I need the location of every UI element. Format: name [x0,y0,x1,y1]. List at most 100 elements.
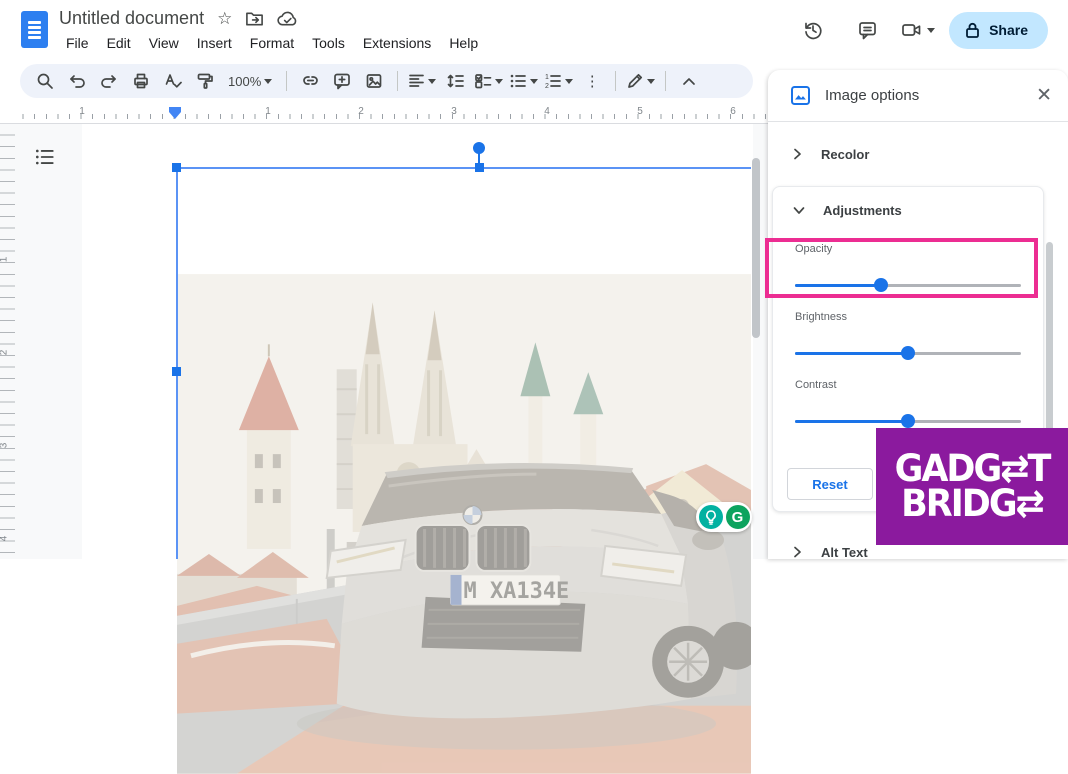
brightness-slider-thumb[interactable] [901,346,915,360]
document-image[interactable]: M XA134E [177,274,751,774]
cloud-saved-icon [277,11,298,27]
cloud-saved-icon[interactable] [277,11,298,27]
version-history-button[interactable] [793,10,833,50]
bulleted-list-button[interactable] [509,68,538,94]
pen-icon [626,72,644,90]
h-ruler-mark: 5 [637,106,643,117]
document-title[interactable]: Untitled document [59,8,204,29]
toolbar-divider [286,71,287,91]
paint-roller-icon [196,72,214,90]
numbered-list-button[interactable]: 1 2 [544,68,573,94]
contrast-slider-thumb[interactable] [901,414,915,428]
print-button[interactable] [128,68,154,94]
paint-format-button[interactable] [192,68,218,94]
line-spacing-button[interactable] [442,68,468,94]
checklist-button[interactable] [474,68,503,94]
horizontal-ruler: 1123456 [0,105,768,124]
redo-button[interactable] [96,68,122,94]
menu-file[interactable]: File [59,33,96,53]
menu-help[interactable]: Help [442,33,485,53]
add-comment-button[interactable] [329,68,355,94]
menu-tools[interactable]: Tools [305,33,352,53]
section-adjustments[interactable]: Adjustments [773,187,1043,233]
brightness-slider[interactable] [795,346,1021,360]
assistant-badges: G [696,502,752,532]
toolbar-divider [397,71,398,91]
h-ruler-mark: 4 [544,106,550,117]
link-icon [301,72,320,90]
grammarly-icon[interactable]: G [726,505,750,529]
menu-format[interactable]: Format [243,33,301,53]
share-button[interactable]: Share [949,12,1048,49]
chevron-down-icon [264,79,272,84]
h-ruler-mark: 6 [730,106,736,117]
reset-button[interactable]: Reset [787,468,873,500]
more-vertical-icon: ⋮ [585,72,600,90]
panel-header: Image options ✕ [768,70,1068,122]
document-outline-icon [34,147,56,167]
indent-marker[interactable] [169,107,181,119]
editing-mode-button[interactable] [626,68,655,94]
chevron-down-icon [428,79,436,84]
rotation-handle[interactable] [473,142,485,154]
v-ruler-mark: 2 [0,350,9,356]
chevron-right-icon [792,148,803,160]
video-camera-icon [901,21,923,39]
section-recolor[interactable]: Recolor [768,130,1068,178]
join-call-button[interactable] [901,21,935,39]
hide-menus-button[interactable] [676,68,702,94]
menu-extensions[interactable]: Extensions [356,33,438,53]
top-bar: Untitled document ☆ File Edit View Inser… [0,0,1068,60]
vertical-ruler: 1234 [0,124,15,559]
checklist-icon [474,73,492,89]
selection-handle-middle-left[interactable] [172,367,181,376]
insert-link-button[interactable] [297,68,323,94]
google-docs-logo[interactable] [21,11,48,48]
add-comment-icon [333,72,351,90]
show-outline-button[interactable] [34,143,62,171]
line-spacing-icon [446,73,464,89]
license-plate-text: M XA134E [464,579,570,604]
undo-button[interactable] [64,68,90,94]
align-button[interactable] [408,68,436,94]
menu-insert[interactable]: Insert [190,33,239,53]
share-label: Share [989,22,1028,38]
insert-image-icon [365,72,383,90]
chevron-right-icon [792,546,803,558]
v-ruler-mark: 4 [0,536,9,542]
close-panel-button[interactable]: ✕ [1036,84,1052,107]
suggestion-lightbulb-icon[interactable] [699,505,723,529]
numbered-list-icon: 1 2 [544,73,562,89]
svg-text:2: 2 [545,83,549,89]
opacity-label: Opacity [795,243,832,255]
panel-title: Image options [825,87,1022,104]
gadget-bridge-watermark: GADG⇄T BRIDG⇄ [876,428,1068,545]
menu-view[interactable]: View [142,33,186,53]
menu-bar: File Edit View Insert Format Tools Exten… [59,33,485,53]
h-ruler-mark: 2 [358,106,364,117]
chevron-down-icon [793,205,805,216]
chevron-down-icon [647,79,655,84]
comments-button[interactable] [847,10,887,50]
more-options-button[interactable]: ⋮ [579,68,605,94]
menu-edit[interactable]: Edit [100,33,138,53]
toolbar-divider [615,71,616,91]
move-folder-icon[interactable] [245,11,264,27]
star-icon[interactable]: ☆ [217,9,232,29]
spell-check-button[interactable] [160,68,186,94]
contrast-slider[interactable] [795,414,1021,428]
document-scrollbar[interactable] [752,158,760,338]
opacity-slider[interactable] [795,278,1021,292]
opacity-slider-thumb[interactable] [874,278,888,292]
search-menus-button[interactable] [32,68,58,94]
chevron-down-icon [530,79,538,84]
search-icon [36,72,54,90]
zoom-select[interactable]: 100% [224,68,276,94]
selection-handle-top-left[interactable] [172,163,181,172]
svg-text:1: 1 [545,74,549,81]
insert-image-button[interactable] [361,68,387,94]
move-folder-icon [245,11,264,27]
watermark-line2: BRIDG⇄ [901,485,1043,522]
lock-icon [965,22,980,39]
toolbar: 100% 1 2 ⋮ [20,64,753,98]
